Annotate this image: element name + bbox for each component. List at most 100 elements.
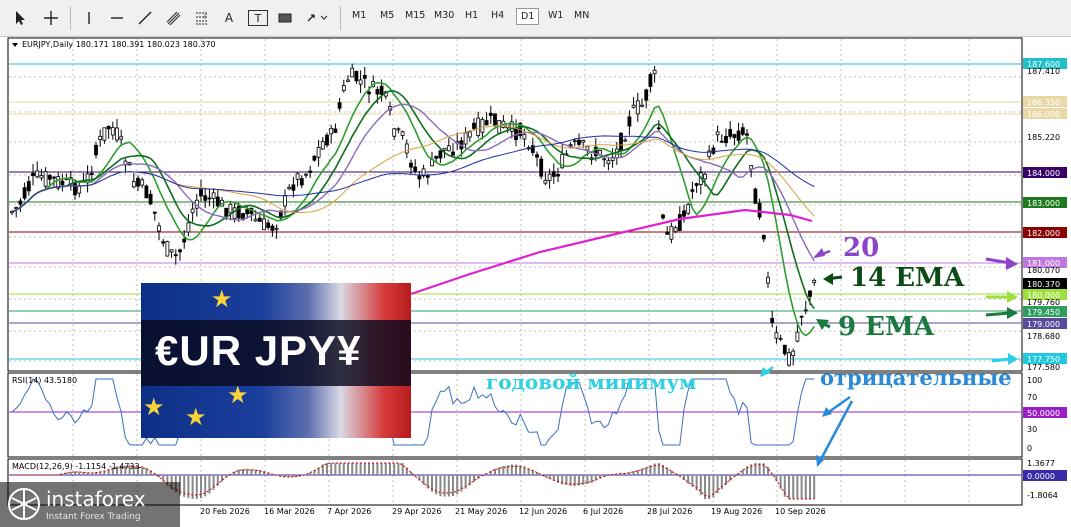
candle-body: [337, 102, 342, 109]
candle-body: [522, 134, 527, 140]
tf-mn[interactable]: MN: [574, 10, 589, 21]
label-tool[interactable]: T: [248, 10, 268, 26]
candle-body: [753, 188, 758, 204]
tf-m1[interactable]: M1: [352, 10, 366, 21]
candle-body: [791, 350, 796, 357]
date-tick: 10 Sep 2026: [775, 507, 826, 516]
brand-tagline: Instant Forex Trading: [46, 512, 141, 522]
candle-body: [94, 144, 98, 156]
cursor-icon[interactable]: [10, 8, 30, 28]
candle-body: [392, 128, 397, 137]
horizontal-line-icon[interactable]: [107, 8, 127, 28]
instaforex-logo-icon: [8, 488, 40, 520]
candle-body: [795, 331, 800, 342]
rectangle-icon[interactable]: [276, 8, 294, 28]
crosshair-icon[interactable]: [40, 8, 62, 28]
candle-body: [782, 344, 787, 355]
candle-body: [644, 89, 649, 101]
candle-body: [115, 127, 119, 141]
date-tick: 7 Apr 2026: [327, 507, 371, 516]
macd-axis-tick: -1.8064: [1027, 491, 1058, 500]
candle-body: [715, 131, 720, 136]
date-tick: 21 May 2026: [455, 507, 507, 516]
candle-body: [480, 119, 485, 133]
rsi-axis-level: 50.0000: [1027, 409, 1060, 418]
candle-body: [761, 234, 766, 240]
channel-icon[interactable]: [163, 8, 183, 28]
candle-body: [119, 136, 124, 140]
candle-body: [312, 155, 317, 161]
candle-body: [484, 120, 489, 126]
rsi-axis-tick: 0: [1027, 444, 1032, 453]
tf-m5[interactable]: M5: [380, 10, 394, 21]
candle-body: [476, 117, 481, 137]
candle-body: [140, 179, 145, 186]
candle-body: [346, 79, 350, 82]
candle-body: [52, 176, 56, 179]
tf-m30[interactable]: M30: [434, 10, 454, 21]
candle-body: [266, 222, 271, 228]
candle-body: [766, 276, 770, 284]
candle-body: [39, 175, 44, 179]
tf-h1[interactable]: H1: [465, 10, 478, 21]
candle-body: [320, 141, 325, 150]
fibonacci-icon[interactable]: F: [192, 8, 212, 28]
tf-m15[interactable]: M15: [405, 10, 425, 21]
candle-body: [316, 147, 321, 158]
candle-body: [493, 113, 497, 126]
candle-body: [375, 88, 380, 95]
candle-body: [724, 136, 728, 144]
candle-body: [602, 158, 607, 161]
candle-body: [572, 140, 577, 143]
trendline-icon[interactable]: [135, 8, 155, 28]
candle-body: [467, 131, 472, 138]
annotation-ema14: 14 EMA: [850, 263, 965, 293]
current-price-label: 180.370: [1027, 280, 1060, 289]
candle-body: [106, 125, 111, 130]
tf-w1[interactable]: W1: [548, 10, 563, 21]
candle-body: [362, 74, 367, 79]
price-tick: 187.410: [1027, 67, 1060, 76]
candle-body: [472, 122, 476, 129]
candle-body: [325, 134, 329, 146]
candle-body: [232, 207, 237, 220]
tf-d1[interactable]: D1: [516, 8, 540, 25]
candle-body: [770, 317, 775, 323]
vertical-line-icon[interactable]: [80, 8, 98, 28]
candle-body: [152, 211, 157, 214]
candle-body: [686, 204, 691, 214]
candle-body: [341, 85, 346, 91]
candle-body: [299, 178, 304, 186]
candle-body: [182, 238, 187, 243]
candle-body: [102, 127, 107, 141]
macd-axis-tick: 1.3677: [1027, 459, 1055, 468]
candle-body: [14, 207, 19, 209]
eurjpy-banner-image: ★ ★ ★ ★ €UR JPY¥: [141, 283, 411, 438]
candle-body: [488, 112, 493, 116]
candle-body: [308, 170, 313, 173]
candle-body: [178, 249, 182, 253]
macd-axis-zero: 0.0000: [1027, 472, 1055, 481]
star-icon: ★: [143, 393, 165, 421]
candle-body: [635, 100, 640, 115]
annotation-ema9: 9 EMA: [838, 312, 935, 342]
candle-body: [60, 180, 65, 186]
annotation-yearly-min: годовой минимум: [486, 370, 697, 394]
candle-body: [719, 140, 724, 143]
chart-area[interactable]: EURJPY,Daily 180.171 180.391 180.023 180…: [0, 37, 1071, 527]
candle-body: [207, 197, 212, 200]
candle-body: [169, 249, 174, 253]
candle-body: [803, 309, 808, 312]
candle-body: [358, 79, 363, 85]
candle-body: [711, 147, 716, 154]
candle-body: [367, 91, 371, 95]
candle-body: [812, 279, 817, 284]
candle-body: [417, 175, 422, 180]
tf-h4[interactable]: H4: [491, 10, 504, 21]
arrow-icon[interactable]: [304, 8, 330, 28]
text-tool[interactable]: A: [220, 8, 238, 28]
candle-body: [581, 140, 586, 143]
candle-body: [144, 185, 149, 199]
candle-body: [329, 127, 334, 135]
candle-body: [732, 134, 737, 138]
